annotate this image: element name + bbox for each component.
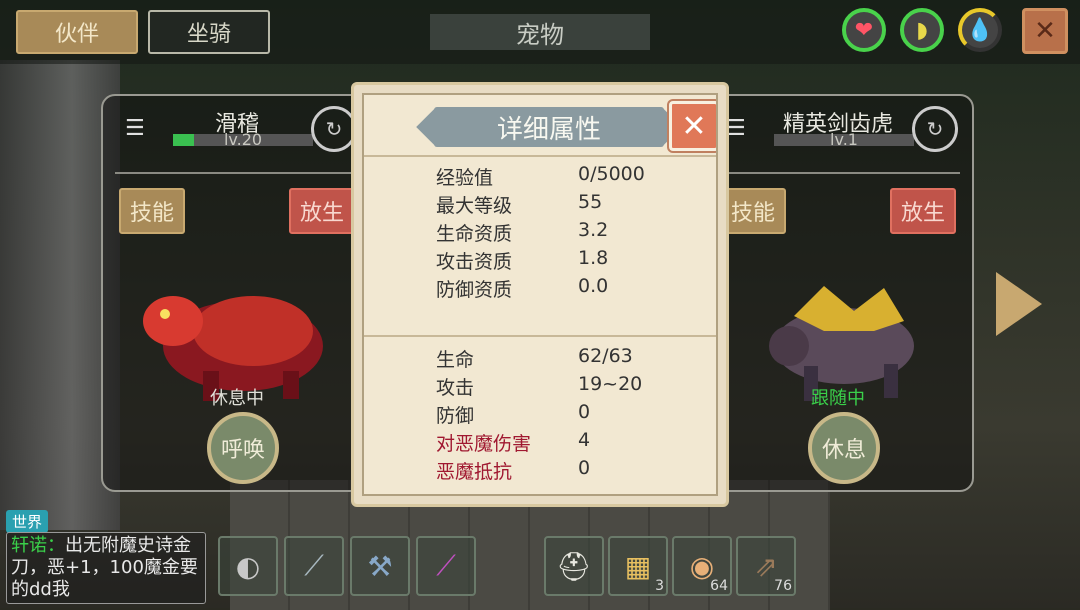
water-icon: 💧 [958, 8, 1002, 52]
spear-icon: ⟋ [304, 549, 324, 582]
hotbar-slot[interactable]: ⚒ [350, 536, 410, 596]
chat-message[interactable]: 轩诺：出无附魔史诗金刀，恶+1，100魔金要的dd我 [6, 532, 206, 604]
tab-partner[interactable]: 伙伴 [16, 10, 138, 54]
pet-level: lv.1 [830, 130, 858, 149]
attr-label: 防御 [436, 405, 475, 427]
chat-panel[interactable]: 世界 轩诺：出无附魔史诗金刀，恶+1，100魔金要的dd我 [0, 508, 210, 608]
attr-label: 经验值 [436, 167, 494, 189]
pet-status: 跟随中 [811, 388, 865, 409]
item-count: 3 [655, 578, 664, 594]
attr-label: 对恶魔伤害 [436, 433, 532, 455]
chat-colon: ： [47, 535, 65, 556]
staff-icon: ⟋ [436, 549, 456, 582]
dialog-body: 详细属性 ✕ 经验值 0/5000 最大等级 55 生命资质 3.2 攻击资质 1.8 … [362, 93, 718, 496]
skill-button[interactable]: 技能 [119, 188, 185, 234]
attr-row: 防御 0 [436, 401, 716, 427]
pet-level: lv.20 [223, 130, 263, 149]
close-button[interactable]: ✕ [1022, 8, 1068, 54]
attr-label: 最大等级 [436, 195, 513, 217]
attr-row: 防御资质 0.0 [436, 275, 716, 301]
item-count: 76 [774, 578, 792, 594]
dialog-title-text: 详细属性 [496, 114, 601, 145]
rest-button[interactable]: 休息 [808, 412, 880, 484]
attr-row: 最大等级 55 [436, 191, 716, 217]
swap-icon[interactable]: ↻ [912, 106, 958, 152]
screen-title: 宠物 [430, 14, 650, 50]
attr-value: 0 [578, 457, 591, 479]
attr-row: 经验值 0/5000 [436, 163, 716, 189]
pet-status: 休息中 [210, 388, 264, 409]
next-arrow-icon[interactable] [996, 272, 1042, 336]
attr-value: 0 [578, 401, 591, 423]
attr-value: 1.8 [578, 247, 609, 269]
attr-row: 生命 62/63 [436, 345, 716, 371]
attr-label: 恶魔抵抗 [436, 461, 513, 483]
attr-value: 4 [578, 429, 591, 451]
divider [364, 335, 716, 337]
disc-icon: ◐ [235, 549, 261, 583]
pet-panel-right: ☰ 精英剑齿虎 lv.1 ↻ 技能 放生 跟随中 休息 [702, 94, 974, 492]
attr-value: 19~20 [578, 373, 643, 395]
hotbar-slot[interactable]: ⇗ 76 [736, 536, 796, 596]
attr-label: 攻击 [436, 377, 475, 399]
tab-mount[interactable]: 坐骑 [148, 10, 270, 54]
attr-row: 攻击资质 1.8 [436, 247, 716, 273]
attr-value: 62/63 [578, 345, 633, 367]
divider [115, 172, 359, 174]
attr-label: 生命资质 [436, 223, 513, 245]
item-count: 64 [710, 578, 728, 594]
top-bar: 伙伴 坐骑 宠物 ❤ ◗ 💧 ✕ [0, 0, 1080, 64]
hotbar-slot[interactable]: ◉ 64 [672, 536, 732, 596]
release-button[interactable]: 放生 [289, 188, 355, 234]
axe-icon: ⚒ [367, 549, 393, 583]
dialog-close-button[interactable]: ✕ [669, 101, 716, 151]
divider [364, 155, 716, 157]
summon-button[interactable]: 呼唤 [207, 412, 279, 484]
attr-row: 对恶魔伤害 4 [436, 429, 716, 455]
hotbar-slot[interactable]: ⟋ [416, 536, 476, 596]
attr-row: 生命资质 3.2 [436, 219, 716, 245]
hotbar-slot[interactable]: ⛑ [544, 536, 604, 596]
attr-row: 攻击 19~20 [436, 373, 716, 399]
chat-username: 轩诺 [11, 535, 47, 556]
attr-label: 攻击资质 [436, 251, 513, 273]
attr-label: 生命 [436, 349, 475, 371]
skill-button[interactable]: 技能 [720, 188, 786, 234]
detail-attributes-dialog: 详细属性 ✕ 经验值 0/5000 最大等级 55 生命资质 3.2 攻击资质 1.8 … [351, 82, 729, 507]
pet-level-bar: lv.1 [774, 132, 914, 148]
heart-icon: ❤ [842, 8, 886, 52]
hotbar-slot[interactable]: ⟋ [284, 536, 344, 596]
level-progress-fill [173, 134, 194, 146]
release-button[interactable]: 放生 [890, 188, 956, 234]
pet-panel-left: ☰ 滑稽 lv.20 ↻ 技能 放生 休息中 呼唤 [101, 94, 373, 492]
attr-label: 防御资质 [436, 279, 513, 301]
pet-level-bar: lv.20 [173, 132, 313, 148]
attr-value: 55 [578, 191, 603, 213]
chat-channel-tag[interactable]: 世界 [6, 510, 49, 533]
attr-row: 恶魔抵抗 0 [436, 457, 716, 483]
divider [716, 172, 960, 174]
food-icon: ◗ [900, 8, 944, 52]
attr-value: 0.0 [578, 275, 609, 297]
helmet-icon: ⛑ [556, 549, 592, 583]
hotbar-slot[interactable]: ◐ [218, 536, 278, 596]
attr-value: 0/5000 [578, 163, 645, 185]
attr-value: 3.2 [578, 219, 609, 241]
dialog-title: 详细属性 [434, 107, 664, 147]
hotbar-slot[interactable]: ▦ 3 [608, 536, 668, 596]
